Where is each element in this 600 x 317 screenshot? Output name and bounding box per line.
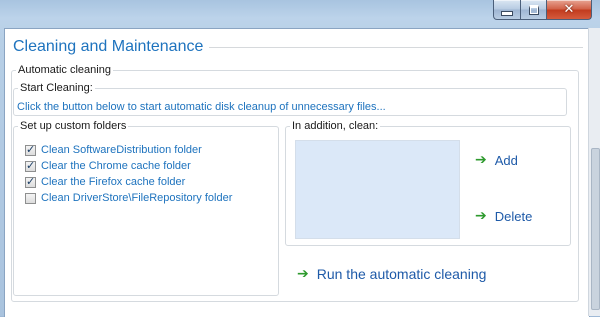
maximize-icon xyxy=(528,4,539,15)
checkbox-icon-unchecked[interactable] xyxy=(25,192,36,204)
checkbox-label: Clean SoftwareDistribution folder xyxy=(41,144,202,156)
green-arrow-icon: ➔ xyxy=(475,208,487,224)
custom-folders-list: Clean SoftwareDistribution folder Clear … xyxy=(25,142,232,206)
add-folder-button[interactable]: ➔ Add xyxy=(475,152,518,168)
close-button[interactable]: ✕ xyxy=(547,0,592,20)
checkbox-driverstore[interactable]: Clean DriverStore\FileRepository folder xyxy=(25,190,232,206)
start-cleaning-legend: Start Cleaning: xyxy=(20,82,93,94)
green-arrow-icon: ➔ xyxy=(475,152,487,168)
custom-folders-legend: Set up custom folders xyxy=(20,120,127,132)
checkbox-firefox-cache[interactable]: Clear the Firefox cache folder xyxy=(25,174,232,190)
caption-buttons: ✕ xyxy=(493,0,592,20)
automatic-cleaning-legend: Automatic cleaning xyxy=(18,64,111,76)
add-label: Add xyxy=(494,152,518,168)
green-arrow-icon: ➔ xyxy=(297,266,309,282)
delete-folder-button[interactable]: ➔ Delete xyxy=(475,208,532,224)
checkbox-label: Clear the Chrome cache folder xyxy=(41,160,191,172)
section-header: Cleaning and Maintenance xyxy=(13,37,583,59)
maximize-button[interactable] xyxy=(521,0,547,20)
checkbox-software-distribution[interactable]: Clean SoftwareDistribution folder xyxy=(25,142,232,158)
close-icon: ✕ xyxy=(563,2,575,17)
checkbox-chrome-cache[interactable]: Clear the Chrome cache folder xyxy=(25,158,232,174)
checkbox-icon-checked[interactable] xyxy=(25,159,36,172)
checkbox-label: Clean DriverStore\FileRepository folder xyxy=(41,192,233,204)
checkbox-label: Clear the Firefox cache folder xyxy=(41,176,186,188)
checkbox-icon-checked[interactable] xyxy=(25,143,36,156)
checkbox-icon-checked[interactable] xyxy=(25,175,36,188)
minimize-button[interactable] xyxy=(493,0,521,20)
run-automatic-cleaning-button[interactable]: ➔ Run the automatic cleaning xyxy=(297,266,486,282)
minimize-icon xyxy=(501,10,513,16)
delete-label: Delete xyxy=(494,208,533,224)
in-addition-legend: In addition, clean: xyxy=(292,120,379,132)
scroll-thumb[interactable] xyxy=(591,148,600,310)
run-label: Run the automatic cleaning xyxy=(316,266,487,282)
additional-folders-list[interactable] xyxy=(295,140,460,239)
client-area: Cleaning and Maintenance Automatic clean… xyxy=(4,28,590,317)
vertical-scrollbar[interactable] xyxy=(588,28,600,316)
page-title: Cleaning and Maintenance xyxy=(13,37,210,57)
start-cleaning-info: Click the button below to start automati… xyxy=(17,101,386,113)
